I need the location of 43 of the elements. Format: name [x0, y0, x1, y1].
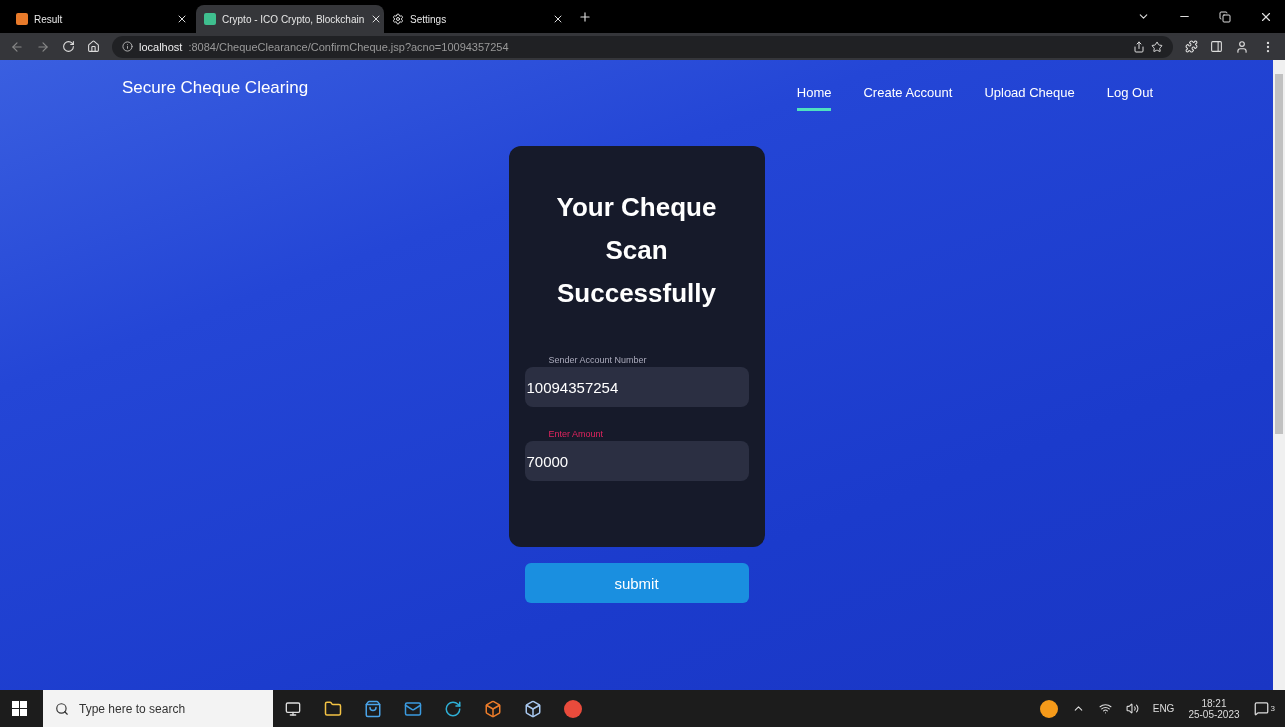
reload-icon[interactable] — [62, 40, 75, 53]
side-panel-icon[interactable] — [1210, 40, 1223, 53]
start-icon[interactable] — [12, 701, 27, 716]
taskbar-search-field[interactable]: Type here to search — [43, 690, 273, 727]
restore-icon[interactable] — [1219, 10, 1231, 23]
input-field[interactable]: 10094357254 — [524, 367, 749, 407]
browser-tab[interactable]: Result — [8, 5, 196, 33]
home-icon[interactable] — [87, 40, 100, 53]
settings-icon — [392, 13, 404, 25]
taskbar-clock[interactable]: 18:21 25-05-2023 — [1188, 697, 1240, 720]
extensions-icon[interactable] — [1185, 40, 1198, 53]
search-placeholder: Type here to search — [79, 701, 186, 716]
scrollbar-thumb[interactable] — [1275, 74, 1283, 434]
forward-icon[interactable] — [36, 39, 50, 54]
favicon-icon — [204, 13, 216, 25]
back-icon[interactable] — [10, 39, 24, 54]
address-field[interactable]: localhost :8084/ChequeClearance/ConfirmCheque.jsp?acno=10094357254 — [112, 35, 1173, 58]
nav-link[interactable]: Home — [796, 76, 832, 111]
field-label: Enter Amount — [547, 429, 605, 441]
browser-tab[interactable]: Crypto - ICO Crypto, Blockchain — [196, 5, 384, 33]
nav-link[interactable]: Log Out — [1106, 76, 1153, 111]
close-icon[interactable] — [552, 13, 564, 25]
address-host: localhost — [139, 40, 183, 53]
site-brand: Secure Cheque Clearing — [122, 78, 309, 98]
star-icon[interactable] — [1151, 40, 1163, 53]
new-tab-icon[interactable] — [578, 9, 592, 24]
input-field[interactable]: 70000 — [524, 441, 749, 481]
field-label: Sender Account Number — [547, 355, 648, 367]
card-title: Your Cheque Scan Successfully — [555, 191, 718, 310]
share-icon[interactable] — [1133, 40, 1145, 53]
app-indicator-icon[interactable] — [1039, 699, 1058, 718]
nav-link[interactable]: Create Account — [863, 76, 953, 111]
browser-tab[interactable]: Settings — [384, 5, 572, 33]
language-indicator[interactable]: ENG — [1152, 703, 1175, 714]
info-icon — [122, 41, 133, 52]
favicon-icon — [16, 13, 28, 25]
volume-icon[interactable] — [1125, 702, 1139, 715]
address-path: :8084/ChequeClearance/ConfirmCheque.jsp?acno=10094357254 — [188, 40, 509, 53]
close-icon[interactable] — [176, 13, 188, 25]
network-icon[interactable] — [1098, 702, 1112, 715]
profile-icon[interactable] — [1235, 39, 1249, 54]
nav-link[interactable]: Upload Cheque — [984, 76, 1075, 111]
search-icon — [55, 701, 69, 716]
